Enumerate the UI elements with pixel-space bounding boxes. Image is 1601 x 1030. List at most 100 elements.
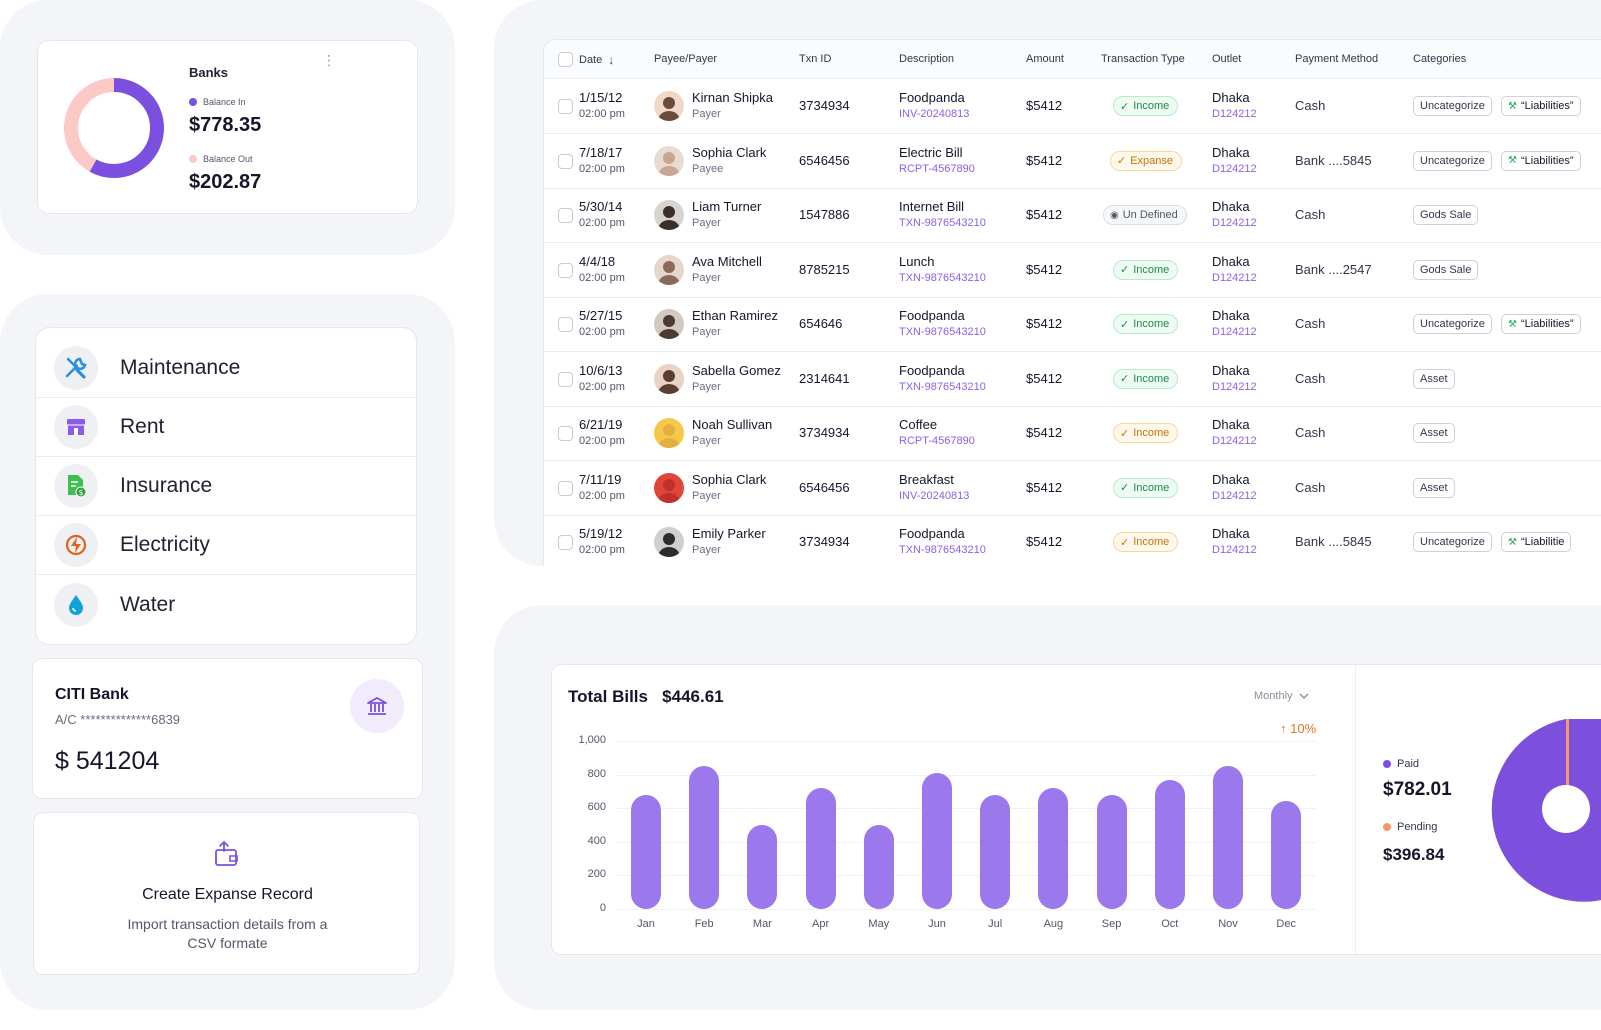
outlet-cell: Dhaka D124212 xyxy=(1212,472,1257,502)
payment-method: Cash xyxy=(1295,370,1326,386)
check-icon: ✓ xyxy=(1120,318,1130,331)
gridline xyxy=(616,909,1316,910)
avatar xyxy=(654,309,684,339)
category-item-rent[interactable]: Rent xyxy=(36,398,417,457)
table-header: Date ↓ Payee/Payer Txn ID Description Am… xyxy=(544,40,1601,79)
table-row[interactable]: 7/11/19 02:00 pm Sophia Clark Payer 6546456 B… xyxy=(544,461,1601,516)
bank-account-card[interactable]: CITI Bank A/C **************6839 $ 54120… xyxy=(32,658,423,799)
transaction-type-badge: ✓ Income xyxy=(1113,314,1179,334)
date-cell: 7/11/19 02:00 pm xyxy=(579,472,625,502)
bar-aug[interactable] xyxy=(1038,788,1069,909)
category-tag[interactable]: Asset xyxy=(1413,368,1455,389)
bar-jan[interactable] xyxy=(631,794,661,909)
category-tag-label: Uncategorize xyxy=(1420,318,1485,330)
table-row[interactable]: 6/21/19 02:00 pm Noah Sullivan Payer 3734934… xyxy=(544,406,1601,461)
reference-link[interactable]: INV-20240813 xyxy=(899,490,969,502)
reference-link[interactable]: TXN-9876543210 xyxy=(899,544,986,556)
row-checkbox[interactable] xyxy=(558,480,573,496)
outlet-code[interactable]: D124212 xyxy=(1212,108,1257,120)
payment-method: Bank ....5845 xyxy=(1295,534,1372,549)
row-checkbox[interactable] xyxy=(558,535,573,550)
banks-title: Banks xyxy=(189,65,229,80)
category-tag-liabilities[interactable]: ⚒ “Liabilities” xyxy=(1501,314,1581,334)
x-tick-label: Apr xyxy=(812,918,830,930)
row-time: 02:00 pm xyxy=(579,108,625,120)
avatar xyxy=(654,254,684,285)
amount: $5412 xyxy=(1026,425,1063,440)
description-cell: Foodpanda TXN-9876543210 xyxy=(899,363,986,393)
category-item-electricity[interactable]: Electricity xyxy=(36,516,417,575)
category-tag[interactable]: Asset xyxy=(1413,477,1455,498)
row-checkbox[interactable] xyxy=(558,426,573,441)
bar-oct[interactable] xyxy=(1154,779,1185,909)
reference-link[interactable]: TXN-9876543210 xyxy=(899,272,986,284)
row-date: 5/19/12 xyxy=(579,526,623,541)
reference-link[interactable]: INV-20240813 xyxy=(899,108,969,120)
table-row[interactable]: 10/6/13 02:00 pm Sabella Gomez Payer 2314641… xyxy=(544,352,1601,407)
category-tag-liabilities[interactable]: ⚒ “Liabilitie xyxy=(1501,532,1572,552)
category-tag[interactable]: Uncategorize xyxy=(1413,314,1492,334)
table-row[interactable]: 5/27/15 02:00 pm Ethan Ramirez Payer 654646 F… xyxy=(544,297,1601,352)
bar-sep[interactable] xyxy=(1096,794,1127,909)
bar-feb[interactable] xyxy=(689,766,720,909)
outlet-code[interactable]: D124212 xyxy=(1212,435,1257,447)
outlet-code[interactable]: D124212 xyxy=(1212,272,1257,284)
table-row[interactable]: 1/15/12 02:00 pm Kirnan Shipka Payer 3734934… xyxy=(544,79,1601,134)
outlet-code[interactable]: D124212 xyxy=(1212,326,1257,338)
header-outlet: Outlet xyxy=(1212,53,1242,65)
bar-nov[interactable] xyxy=(1213,766,1243,909)
table-row[interactable]: 4/4/18 02:00 pm Ava Mitchell Payer 8785215 Lu… xyxy=(544,243,1601,298)
category-tag-label: “Liabilities” xyxy=(1520,318,1574,330)
reference-link[interactable]: RCPT-4567890 xyxy=(899,435,975,447)
row-checkbox[interactable] xyxy=(558,317,573,332)
row-checkbox[interactable] xyxy=(558,99,573,114)
x-tick-label: Mar xyxy=(752,918,772,930)
outlet-code[interactable]: D124212 xyxy=(1212,163,1257,175)
category-tag-liabilities[interactable]: ⚒ “Liabilities” xyxy=(1501,150,1581,171)
select-all-checkbox[interactable] xyxy=(558,52,573,67)
outlet-code[interactable]: D124212 xyxy=(1212,381,1257,393)
row-checkbox[interactable] xyxy=(558,262,573,278)
row-checkbox[interactable] xyxy=(558,153,573,169)
category-tag[interactable]: Uncategorize xyxy=(1413,150,1492,171)
date-cell: 7/18/17 02:00 pm xyxy=(579,145,625,175)
outlet-code[interactable]: D124212 xyxy=(1212,217,1257,229)
category-tag[interactable]: Uncategorize xyxy=(1413,532,1492,552)
outlet-code[interactable]: D124212 xyxy=(1212,490,1257,502)
category-item-water[interactable]: Water xyxy=(36,575,417,634)
check-icon: ✓ xyxy=(1120,264,1130,276)
row-checkbox[interactable] xyxy=(558,371,573,387)
balance-out-label: Balance Out xyxy=(203,154,253,164)
more-options-icon[interactable]: ⋮ xyxy=(322,53,336,67)
header-amount: Amount xyxy=(1026,53,1064,65)
category-tag[interactable]: Uncategorize xyxy=(1413,96,1492,116)
reference-link[interactable]: TXN-9876543210 xyxy=(899,381,986,393)
reference-link[interactable]: TXN-9876543210 xyxy=(899,326,986,338)
reference-link[interactable]: TXN-9876543210 xyxy=(899,217,986,229)
table-row[interactable]: 7/18/17 02:00 pm Sophia Clark Payee 6546456 E… xyxy=(544,134,1601,189)
outlet-code[interactable]: D124212 xyxy=(1212,544,1257,556)
bar-dec[interactable] xyxy=(1271,801,1302,909)
avatar xyxy=(654,145,684,176)
category-tag[interactable]: Gods Sale xyxy=(1413,259,1479,280)
row-checkbox[interactable] xyxy=(558,208,573,223)
x-tick-label: Jan xyxy=(637,918,655,930)
category-item-maintenance[interactable]: Maintenance xyxy=(36,339,417,398)
header-date[interactable]: Date ↓ xyxy=(579,53,614,67)
bar-apr[interactable] xyxy=(805,788,836,909)
reference-link[interactable]: RCPT-4567890 xyxy=(899,163,975,175)
category-item-insurance[interactable]: $ Insurance xyxy=(36,457,417,516)
bar-may[interactable] xyxy=(863,825,894,909)
create-expense-card[interactable]: Create Expanse Record Import transaction… xyxy=(33,812,420,975)
payment-method: Cash xyxy=(1295,316,1326,331)
category-tag-liabilities[interactable]: ⚒ “Liabilities” xyxy=(1501,96,1581,116)
category-tag[interactable]: Asset xyxy=(1413,423,1455,443)
category-tag[interactable]: Gods Sale xyxy=(1413,205,1479,225)
bar-mar[interactable] xyxy=(747,825,778,909)
bar-jun[interactable] xyxy=(922,772,952,909)
bar-jul[interactable] xyxy=(980,794,1011,909)
bank-balance: $ 541204 xyxy=(55,747,160,775)
table-row[interactable]: 5/30/14 02:00 pm Liam Turner Payer 1547886 In… xyxy=(544,188,1601,243)
table-row[interactable]: 5/19/12 02:00 pm Emily Parker Payer 3734934 F… xyxy=(544,515,1601,566)
payee-role: Payer xyxy=(692,380,721,393)
